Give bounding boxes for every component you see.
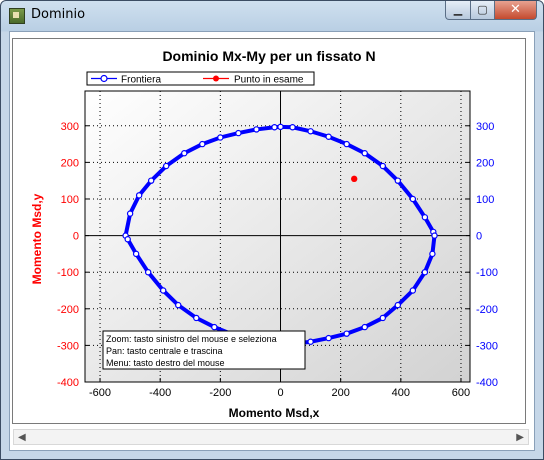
close-button[interactable]: ✕ xyxy=(494,1,537,20)
window-title: Dominio xyxy=(31,7,86,22)
punto-in-esame-point xyxy=(350,175,358,183)
frontiera-point xyxy=(175,301,182,309)
y-tick-label-left: 300 xyxy=(61,121,79,133)
frontiera-point xyxy=(361,323,368,331)
legend: Frontiera Punto in esame xyxy=(86,71,315,86)
frontiera-point xyxy=(126,210,134,217)
chart-frame: Dominio Mx-My per un fissato N Frontiera… xyxy=(12,38,526,424)
y-tick-label-right: -100 xyxy=(476,267,498,279)
y-tick-label-right: 0 xyxy=(476,231,482,243)
horizontal-scrollbar[interactable]: ◀ ▶ xyxy=(13,429,529,445)
frontiera-point xyxy=(193,314,200,322)
y-tick-label-right: 100 xyxy=(476,194,494,206)
frontiera-point xyxy=(147,177,155,184)
title-bar[interactable]: Dominio ▁ ▢ ✕ xyxy=(1,1,543,31)
x-tick-label: 600 xyxy=(452,387,470,399)
frontiera-point xyxy=(307,128,314,135)
frontiera-point xyxy=(217,134,224,141)
legend-marker-punto xyxy=(213,75,219,82)
x-axis-label: Momento Msd,x xyxy=(229,406,320,420)
info-pan: Pan: tasto centrale e trascina xyxy=(106,346,223,356)
x-tick-label: -200 xyxy=(209,387,231,399)
frontiera-point xyxy=(277,123,284,131)
frontiera-point xyxy=(421,214,429,221)
series-punto-in-esame xyxy=(350,175,358,183)
frontiera-point xyxy=(144,268,152,276)
y-tick-label-left: 0 xyxy=(73,231,79,243)
frontiera-point xyxy=(163,162,170,170)
y-tick-label-right: -300 xyxy=(476,340,498,352)
y-tick-label-left: 200 xyxy=(61,157,79,169)
x-tick-label: 0 xyxy=(277,387,283,399)
frontiera-point xyxy=(253,126,260,133)
frontiera-point xyxy=(325,334,332,342)
frontiera-point xyxy=(343,330,350,337)
frontiera-point xyxy=(394,177,402,184)
frontiera-point xyxy=(343,140,350,148)
info-box: Zoom: tasto sinistro del mouse e selezio… xyxy=(102,330,306,370)
frontiera-point xyxy=(361,150,368,157)
frontiera-point xyxy=(379,314,386,322)
minimize-button[interactable]: ▁ xyxy=(445,1,471,20)
frontiera-point xyxy=(271,124,278,131)
legend-marker-frontiera xyxy=(100,74,108,83)
y-tick-label-right: -200 xyxy=(476,304,498,316)
scroll-right-icon[interactable]: ▶ xyxy=(516,432,524,443)
legend-label-punto: Punto in esame xyxy=(234,75,304,86)
frontiera-point xyxy=(135,192,143,199)
frontiera-point xyxy=(379,162,386,170)
x-tick-label: -400 xyxy=(149,387,171,399)
y-tick-label-right: 300 xyxy=(476,121,494,133)
legend-label-frontiera: Frontiera xyxy=(121,75,161,86)
frontiera-point xyxy=(394,301,402,309)
y-tick-label-left: -400 xyxy=(57,377,79,389)
frontiera-point xyxy=(325,133,332,140)
y-tick-label-left: -200 xyxy=(57,304,79,316)
client-area: Dominio Mx-My per un fissato N Frontiera… xyxy=(9,31,535,451)
frontiera-point xyxy=(421,268,429,276)
chart-title: Dominio Mx-My per un fissato N xyxy=(162,48,375,64)
domain-chart[interactable]: Dominio Mx-My per un fissato N Frontiera… xyxy=(13,39,525,423)
app-icon xyxy=(9,8,25,24)
y-tick-label-left: -100 xyxy=(57,267,79,279)
frontiera-point xyxy=(431,232,438,239)
y-tick-label-right: -400 xyxy=(476,377,498,389)
frontiera-point xyxy=(124,236,131,243)
info-menu: Menu: tasto destro del mouse xyxy=(106,358,225,368)
frontiera-point xyxy=(307,338,314,345)
frontiera-point xyxy=(235,129,242,137)
info-zoom: Zoom: tasto sinistro del mouse e selezio… xyxy=(106,334,277,344)
scroll-left-icon[interactable]: ◀ xyxy=(18,432,26,443)
frontiera-point xyxy=(409,287,417,294)
frontiera-point xyxy=(409,195,417,203)
frontiera-point xyxy=(160,287,167,294)
y-tick-label-left: -300 xyxy=(57,340,79,352)
x-tick-label: 200 xyxy=(331,387,349,399)
frontiera-point xyxy=(211,323,218,331)
maximize-button[interactable]: ▢ xyxy=(470,1,495,20)
app-window: Dominio ▁ ▢ ✕ Dominio Mx-My per un fissa… xyxy=(0,0,544,460)
frontiera-point xyxy=(289,124,296,131)
y-axis-label: Momento Msd,y xyxy=(30,193,44,284)
y-tick-label-right: 200 xyxy=(476,157,494,169)
frontiera-point xyxy=(199,140,206,148)
frontiera-point xyxy=(181,150,188,157)
y-tick-label-left: 100 xyxy=(61,194,79,206)
frontiera-point xyxy=(132,250,140,258)
frontiera-point xyxy=(429,250,436,258)
x-tick-label: -600 xyxy=(89,387,111,399)
x-tick-label: 400 xyxy=(392,387,410,399)
